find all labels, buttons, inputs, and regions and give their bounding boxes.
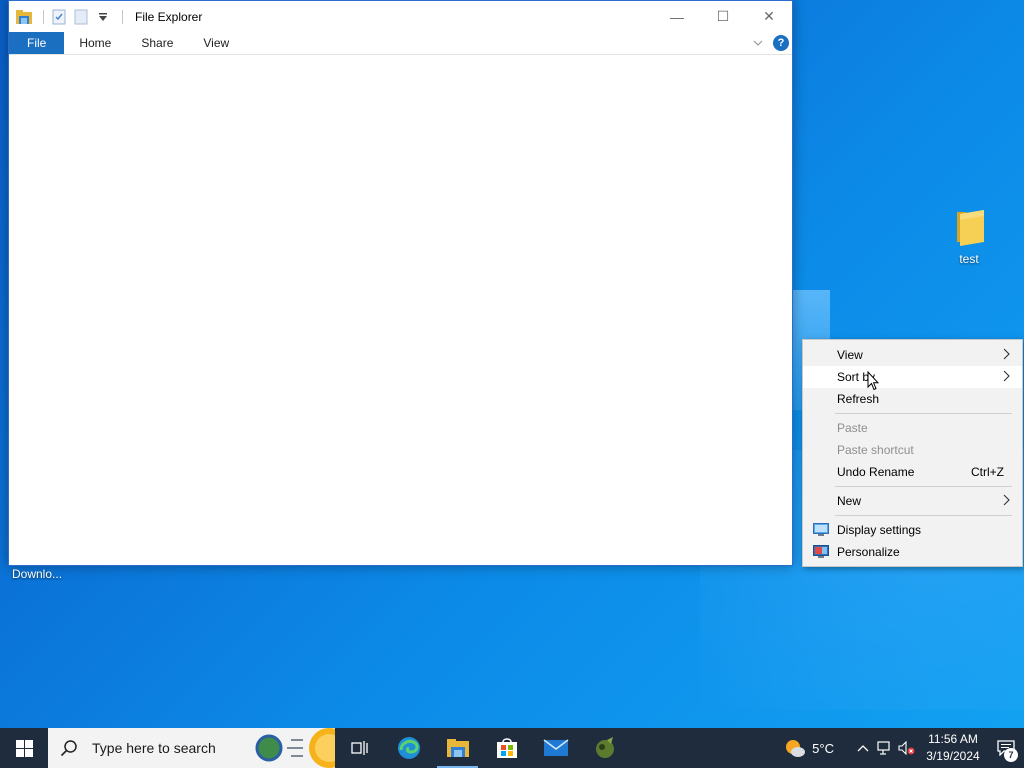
menu-item-refresh[interactable]: Refresh — [803, 388, 1022, 410]
maximize-button[interactable]: ☐ — [700, 1, 746, 32]
new-folder-icon[interactable] — [72, 9, 90, 25]
taskbar: Type here to search 5°C 11:56 AM 3/19/20… — [0, 728, 1024, 768]
file-explorer-window[interactable]: File Explorer — ☐ ✕ File Home Share View… — [8, 0, 793, 566]
taskbar-edge[interactable] — [384, 728, 433, 768]
chevron-up-icon — [857, 745, 869, 752]
weather-widget[interactable]: 5°C — [784, 738, 852, 758]
edge-icon — [397, 737, 420, 759]
menu-item-label: Undo Rename — [837, 465, 915, 479]
submenu-arrow-icon — [1003, 370, 1010, 385]
menu-item-shortcut: Ctrl+Z — [971, 465, 1004, 479]
notification-count-badge: 7 — [1004, 748, 1018, 762]
display-icon — [813, 523, 829, 536]
menu-item-label: Paste shortcut — [837, 443, 914, 457]
ribbon-tabs: File Home Share View ? — [9, 32, 792, 55]
clock-date: 3/19/2024 — [926, 749, 980, 763]
desktop-icon-label: Downlo... — [12, 567, 63, 581]
network-tray-icon[interactable] — [874, 728, 896, 768]
desktop-context-menu: View Sort by Refresh Paste Paste shortcu… — [802, 339, 1023, 567]
system-tray: 5°C 11:56 AM 3/19/2024 7 — [784, 728, 1024, 768]
weather-temperature: 5°C — [812, 740, 834, 756]
submenu-arrow-icon — [1003, 494, 1010, 509]
gimp-icon — [595, 737, 614, 758]
quick-access-separator — [43, 9, 44, 24]
properties-icon[interactable] — [50, 9, 68, 25]
desktop-icon-label: test — [959, 252, 979, 266]
help-icon[interactable]: ? — [773, 35, 789, 51]
menu-item-paste-shortcut: Paste shortcut — [803, 439, 1022, 461]
file-explorer-content-area[interactable] — [9, 55, 792, 565]
taskbar-file-explorer[interactable] — [433, 728, 482, 768]
menu-item-personalize[interactable]: Personalize — [803, 541, 1022, 563]
file-explorer-icon — [15, 9, 33, 25]
windows-logo-icon — [15, 739, 33, 757]
menu-item-sort-by[interactable]: Sort by — [803, 366, 1022, 388]
taskbar-clock[interactable]: 11:56 AM 3/19/2024 — [918, 731, 988, 765]
menu-item-new[interactable]: New — [803, 490, 1022, 512]
customize-quick-access-icon[interactable] — [94, 9, 112, 25]
window-title: File Explorer — [135, 9, 203, 24]
desktop-icon-test[interactable]: test — [954, 208, 984, 266]
taskbar-mail[interactable] — [531, 728, 580, 768]
menu-item-label: New — [837, 494, 862, 508]
menu-item-paste: Paste — [803, 417, 1022, 439]
tab-share[interactable]: Share — [126, 32, 188, 54]
folder-icon — [446, 739, 469, 757]
taskbar-search-box[interactable]: Type here to search — [48, 728, 335, 768]
start-button[interactable] — [0, 728, 48, 768]
tab-file[interactable]: File — [9, 32, 65, 54]
menu-separator — [835, 486, 1012, 487]
tab-home[interactable]: Home — [64, 32, 126, 54]
personalize-icon — [813, 545, 829, 558]
menu-item-label: Paste — [837, 421, 868, 435]
close-button[interactable]: ✕ — [746, 1, 792, 32]
taskbar-store[interactable] — [482, 728, 531, 768]
desktop-icon-downloads[interactable]: Downlo... — [12, 567, 62, 581]
volume-muted-icon — [898, 741, 915, 755]
title-bar[interactable]: File Explorer — ☐ ✕ — [9, 1, 792, 32]
submenu-arrow-icon — [1003, 348, 1010, 363]
taskbar-app-gimp[interactable] — [580, 728, 629, 768]
menu-item-view[interactable]: View — [803, 344, 1022, 366]
menu-item-display-settings[interactable]: Display settings — [803, 519, 1022, 541]
search-icon — [60, 740, 77, 757]
volume-tray-icon[interactable] — [896, 728, 918, 768]
mouse-cursor-icon — [867, 371, 879, 391]
search-placeholder: Type here to search — [92, 740, 216, 756]
clock-time: 11:56 AM — [928, 732, 978, 746]
store-icon — [496, 738, 517, 758]
tab-view[interactable]: View — [188, 32, 244, 54]
show-hidden-icons-button[interactable] — [852, 728, 874, 768]
title-separator — [122, 9, 123, 24]
task-view-button[interactable] — [335, 728, 384, 768]
menu-item-label: View — [837, 348, 863, 362]
menu-separator — [835, 515, 1012, 516]
search-highlight-art-icon — [255, 728, 335, 768]
folder-icon — [954, 208, 984, 246]
mail-icon — [543, 739, 568, 756]
menu-separator — [835, 413, 1012, 414]
menu-item-label: Refresh — [837, 392, 880, 406]
menu-item-label: Personalize — [837, 545, 900, 559]
menu-item-undo-rename[interactable]: Undo Rename Ctrl+Z — [803, 461, 1022, 483]
weather-partly-cloudy-icon — [786, 740, 806, 757]
action-center-button[interactable]: 7 — [988, 728, 1024, 768]
expand-ribbon-icon[interactable] — [753, 38, 763, 49]
menu-item-label: Display settings — [837, 523, 922, 537]
minimize-button[interactable]: — — [654, 1, 700, 32]
task-view-icon — [350, 741, 368, 755]
network-icon — [877, 741, 890, 755]
